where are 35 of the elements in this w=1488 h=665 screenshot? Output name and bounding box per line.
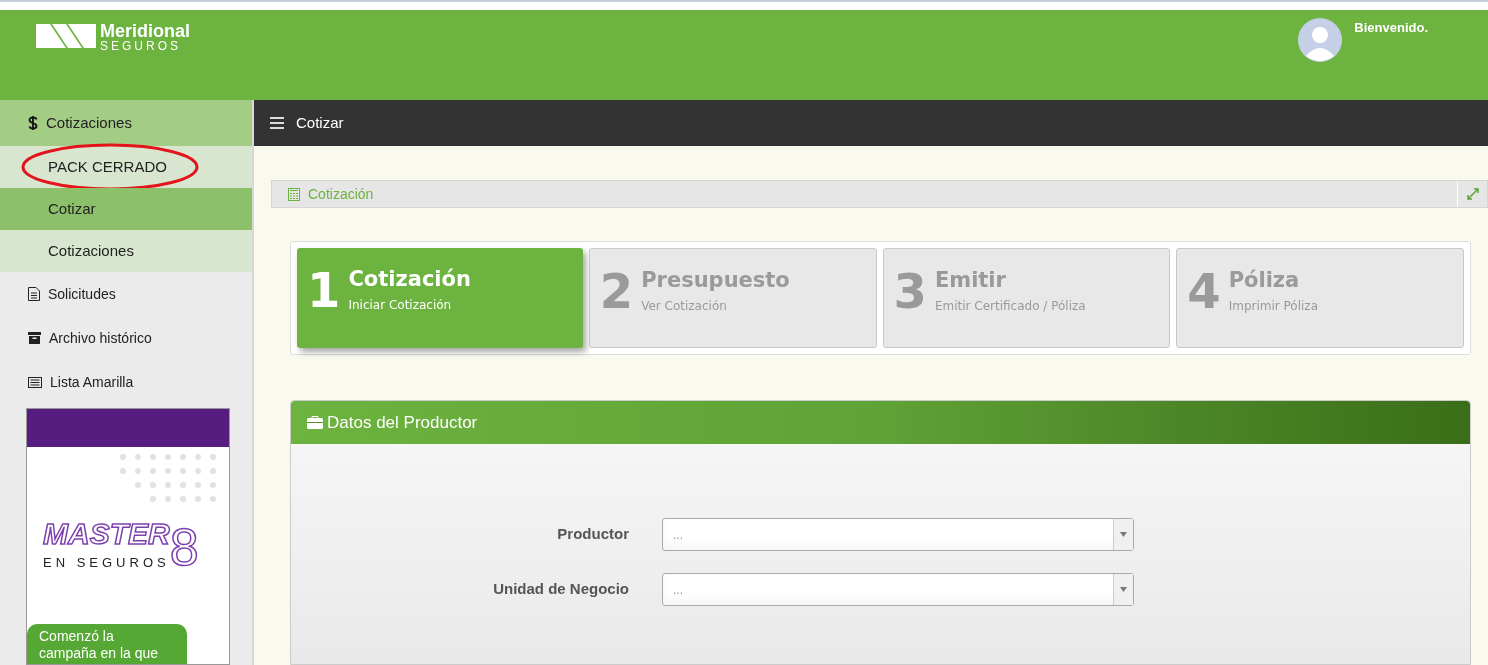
logo-name: Meridional [100, 22, 190, 40]
greeting-text: Bienvenido. [1354, 19, 1428, 37]
document-icon [28, 287, 40, 301]
banner-subtitle: EN SEGUROS [43, 555, 170, 572]
dropdown-toggle[interactable] [1113, 519, 1133, 550]
banner-message: Comenzó la campaña en la que [39, 628, 160, 662]
dropdown-field[interactable]: ... [662, 518, 1134, 551]
calculator-icon [288, 187, 300, 201]
avatar-icon[interactable] [1298, 18, 1343, 62]
field-label: Unidad de Negocio [492, 579, 630, 600]
archive-box-icon [28, 332, 41, 344]
toolbar-title: Cotizar [296, 112, 344, 133]
logo-subtitle: SEGUROS [100, 40, 182, 52]
menu-group[interactable]: Cotizaciones [0, 100, 252, 146]
caret-icon [1120, 532, 1127, 537]
briefcase-icon [307, 416, 323, 429]
form-title: Datos del Productor [327, 411, 478, 434]
sidebar-item[interactable]: Archivo histórico [0, 316, 252, 360]
submenu-item[interactable]: PACK CERRADO [0, 146, 252, 188]
submenu-item[interactable]: Cotizaciones [0, 230, 252, 272]
list-icon [28, 376, 42, 388]
logo-icon [36, 22, 96, 50]
submenu-item[interactable]: Cotizar [0, 188, 252, 230]
banner-title: MASTER [43, 519, 170, 549]
menu-icon[interactable] [270, 117, 284, 129]
panel-title: Cotización [308, 184, 374, 204]
dropdown-field[interactable]: ... [662, 573, 1134, 606]
banner-number: 8 [169, 520, 199, 573]
dropdown-toggle[interactable] [1113, 574, 1133, 605]
dollar-icon [28, 116, 38, 130]
caret-icon [1120, 587, 1127, 592]
sidebar-item[interactable]: Lista Amarilla [0, 360, 252, 404]
field-label: Productor [556, 524, 630, 545]
expand-icon[interactable] [1466, 188, 1479, 200]
sidebar-item[interactable]: Solicitudes [0, 272, 252, 316]
